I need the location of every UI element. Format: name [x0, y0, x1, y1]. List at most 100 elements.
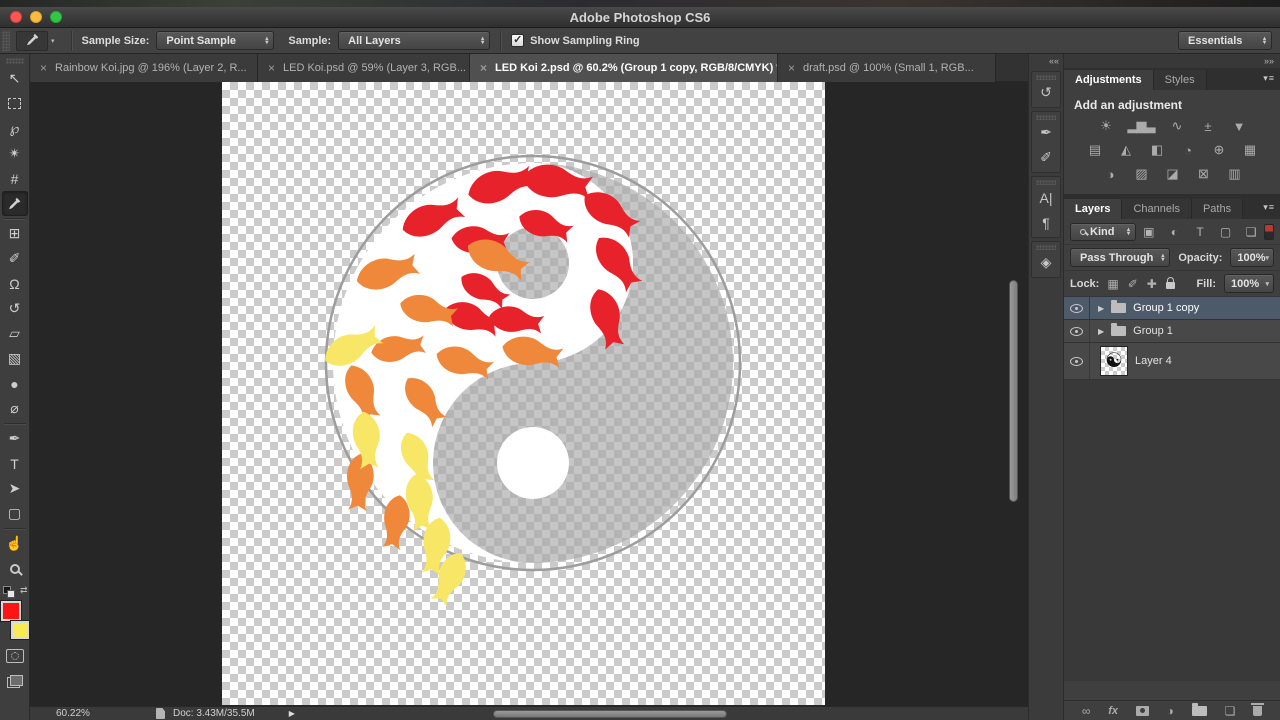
foreground-color-swatch[interactable]	[0, 601, 21, 621]
layer-row[interactable]: ▶ Group 1 copy	[1064, 297, 1280, 320]
zoom-percent-field[interactable]: 60.22%	[56, 708, 126, 719]
disclosure-triangle-icon[interactable]: ▶	[1098, 304, 1104, 313]
tab-layers[interactable]: Layers	[1064, 199, 1123, 219]
brush-tool[interactable]: ✐	[2, 246, 28, 271]
lock-move-icon[interactable]: ✚	[1147, 277, 1157, 291]
layer-row-content[interactable]: ☯ Layer 4	[1090, 343, 1280, 379]
blur-tool[interactable]: ●	[2, 371, 28, 396]
eraser-tool[interactable]: ▱	[2, 321, 28, 346]
invert-icon[interactable]: ◑	[1101, 166, 1119, 182]
shape-tool[interactable]: ▢	[2, 501, 28, 526]
document-tab[interactable]: × draft.psd @ 100% (Small 1, RGB...	[778, 54, 996, 82]
paint-bucket-tool[interactable]: ▧	[2, 346, 28, 371]
close-tab-icon[interactable]: ×	[40, 61, 47, 75]
horizontal-scrollbar[interactable]	[493, 710, 727, 718]
options-grip[interactable]	[2, 30, 10, 51]
eyedropper-tool[interactable]	[1, 191, 28, 216]
sample-select[interactable]: All Layers ▴ ▾	[338, 31, 491, 50]
hue-saturation-icon[interactable]: ▤	[1086, 142, 1104, 158]
tab-adjustments[interactable]: Adjustments	[1064, 70, 1154, 90]
document-tab[interactable]: × Rainbow Koi.jpg @ 196% (Layer 2, R...	[30, 54, 258, 82]
path-selection-tool[interactable]: ➤	[2, 476, 28, 501]
posterize-icon[interactable]: ▨	[1132, 166, 1150, 182]
gradient-map-icon[interactable]: ⊠	[1194, 166, 1212, 182]
dodge-tool[interactable]: ⌀	[2, 396, 28, 421]
new-layer-icon[interactable]: ❏	[1225, 704, 1236, 718]
lock-transparency-icon[interactable]: ▦	[1107, 277, 1118, 291]
panel-menu-icon[interactable]: ▾≡	[1263, 73, 1275, 84]
move-tool[interactable]: ↖	[2, 66, 28, 91]
tools-grip[interactable]	[5, 58, 24, 64]
vibrance-icon[interactable]: ▼	[1230, 118, 1248, 134]
eye-icon[interactable]	[1070, 326, 1083, 336]
delete-layer-icon[interactable]	[1251, 702, 1265, 716]
exposure-icon[interactable]: ±	[1199, 118, 1217, 134]
hand-tool[interactable]: ☝	[2, 531, 28, 556]
brush-panel-icon[interactable]: ✐	[1032, 145, 1060, 170]
sample-size-select[interactable]: Point Sample ▴ ▾	[156, 31, 275, 50]
shape-filter-icon[interactable]: ▢	[1213, 225, 1239, 239]
curves-icon[interactable]: ∿	[1168, 118, 1186, 134]
disclosure-triangle-icon[interactable]: ▶	[1098, 327, 1104, 336]
adjustment-layer-icon[interactable]: ◑	[1167, 704, 1174, 718]
close-tab-icon[interactable]: ×	[268, 61, 275, 75]
black-white-icon[interactable]: ◧	[1148, 142, 1166, 158]
layer-row-content[interactable]: ▶ Group 1 copy	[1090, 297, 1280, 319]
quick-mask-button[interactable]	[5, 649, 24, 663]
opacity-select[interactable]: 100% ▾	[1230, 248, 1275, 267]
rect-marquee-tool[interactable]	[2, 91, 28, 116]
canvas-area[interactable]	[30, 82, 1028, 706]
3d-panel-icon[interactable]: ◈	[1032, 250, 1060, 275]
blend-mode-select[interactable]: Pass Through ▴ ▾	[1070, 248, 1171, 267]
threshold-icon[interactable]: ◪	[1163, 166, 1181, 182]
current-tool-button[interactable]	[16, 30, 48, 51]
pixel-filter-icon[interactable]: ▣	[1136, 225, 1162, 239]
layer-row-content[interactable]: ▶ Group 1	[1090, 320, 1280, 342]
adjustment-filter-icon[interactable]: ◐	[1162, 225, 1188, 239]
new-group-icon[interactable]	[1191, 702, 1207, 716]
clone-stamp-tool[interactable]: Ω	[2, 271, 28, 296]
type-filter-icon[interactable]: T	[1187, 225, 1213, 239]
visibility-cell[interactable]	[1064, 320, 1090, 342]
type-tool[interactable]: T	[2, 451, 28, 476]
paragraph-panel-icon[interactable]: ¶	[1032, 210, 1060, 235]
lasso-tool[interactable]: ℘	[2, 116, 28, 141]
background-color-swatch[interactable]	[10, 621, 29, 639]
visibility-cell[interactable]	[1064, 297, 1090, 319]
visibility-cell[interactable]	[1064, 343, 1090, 379]
expand-dock-icon[interactable]: ««	[1029, 54, 1063, 68]
collapse-panels-icon[interactable]: »»	[1064, 54, 1280, 68]
magic-wand-tool[interactable]: ✴	[2, 141, 28, 166]
eye-icon[interactable]	[1070, 356, 1083, 366]
history-panel-icon[interactable]: ↺	[1032, 80, 1060, 105]
layer-thumbnail[interactable]: ☯	[1100, 346, 1128, 376]
pen-tool[interactable]: ✒	[2, 426, 28, 451]
brightness-contrast-icon[interactable]: ☀	[1097, 118, 1115, 134]
levels-icon[interactable]: ▂▆▃	[1128, 118, 1156, 134]
layer-filter-toggle[interactable]	[1264, 223, 1274, 240]
swap-colors-icon[interactable]: ⇄	[20, 585, 28, 596]
color-lookup-icon[interactable]: ▦	[1241, 142, 1259, 158]
vertical-scrollbar[interactable]	[1009, 280, 1018, 502]
lock-paint-icon[interactable]: ✐	[1128, 277, 1138, 291]
close-tab-icon[interactable]: ×	[788, 61, 795, 75]
close-tab-icon[interactable]: ×	[480, 61, 487, 75]
crop-tool[interactable]: #	[2, 166, 28, 191]
layer-row[interactable]: ▶ Group 1	[1064, 320, 1280, 343]
status-flyout-arrow[interactable]: ▶	[289, 709, 295, 718]
brush-presets-panel-icon[interactable]: ✒	[1032, 120, 1060, 145]
eye-icon[interactable]	[1070, 303, 1083, 313]
default-swatches[interactable]: ⇄	[2, 585, 28, 599]
link-layers-icon[interactable]: ∞	[1082, 704, 1091, 718]
zoom-tool[interactable]	[2, 556, 28, 581]
photo-filter-icon[interactable]: ◔	[1179, 142, 1197, 158]
spot-healing-tool[interactable]: ⊞	[2, 221, 28, 246]
show-sampling-ring-checkbox[interactable]: ✓	[511, 34, 525, 47]
screen-mode-button[interactable]	[6, 675, 23, 688]
layer-mask-icon[interactable]	[1135, 705, 1149, 716]
document-tab[interactable]: × LED Koi.psd @ 59% (Layer 3, RGB...	[258, 54, 470, 82]
selective-color-icon[interactable]: ▥	[1225, 166, 1243, 182]
tool-preset-chevron[interactable]: ▾	[51, 37, 55, 45]
fill-select[interactable]: 100% ▾	[1224, 274, 1274, 293]
tab-paths[interactable]: Paths	[1191, 199, 1244, 219]
